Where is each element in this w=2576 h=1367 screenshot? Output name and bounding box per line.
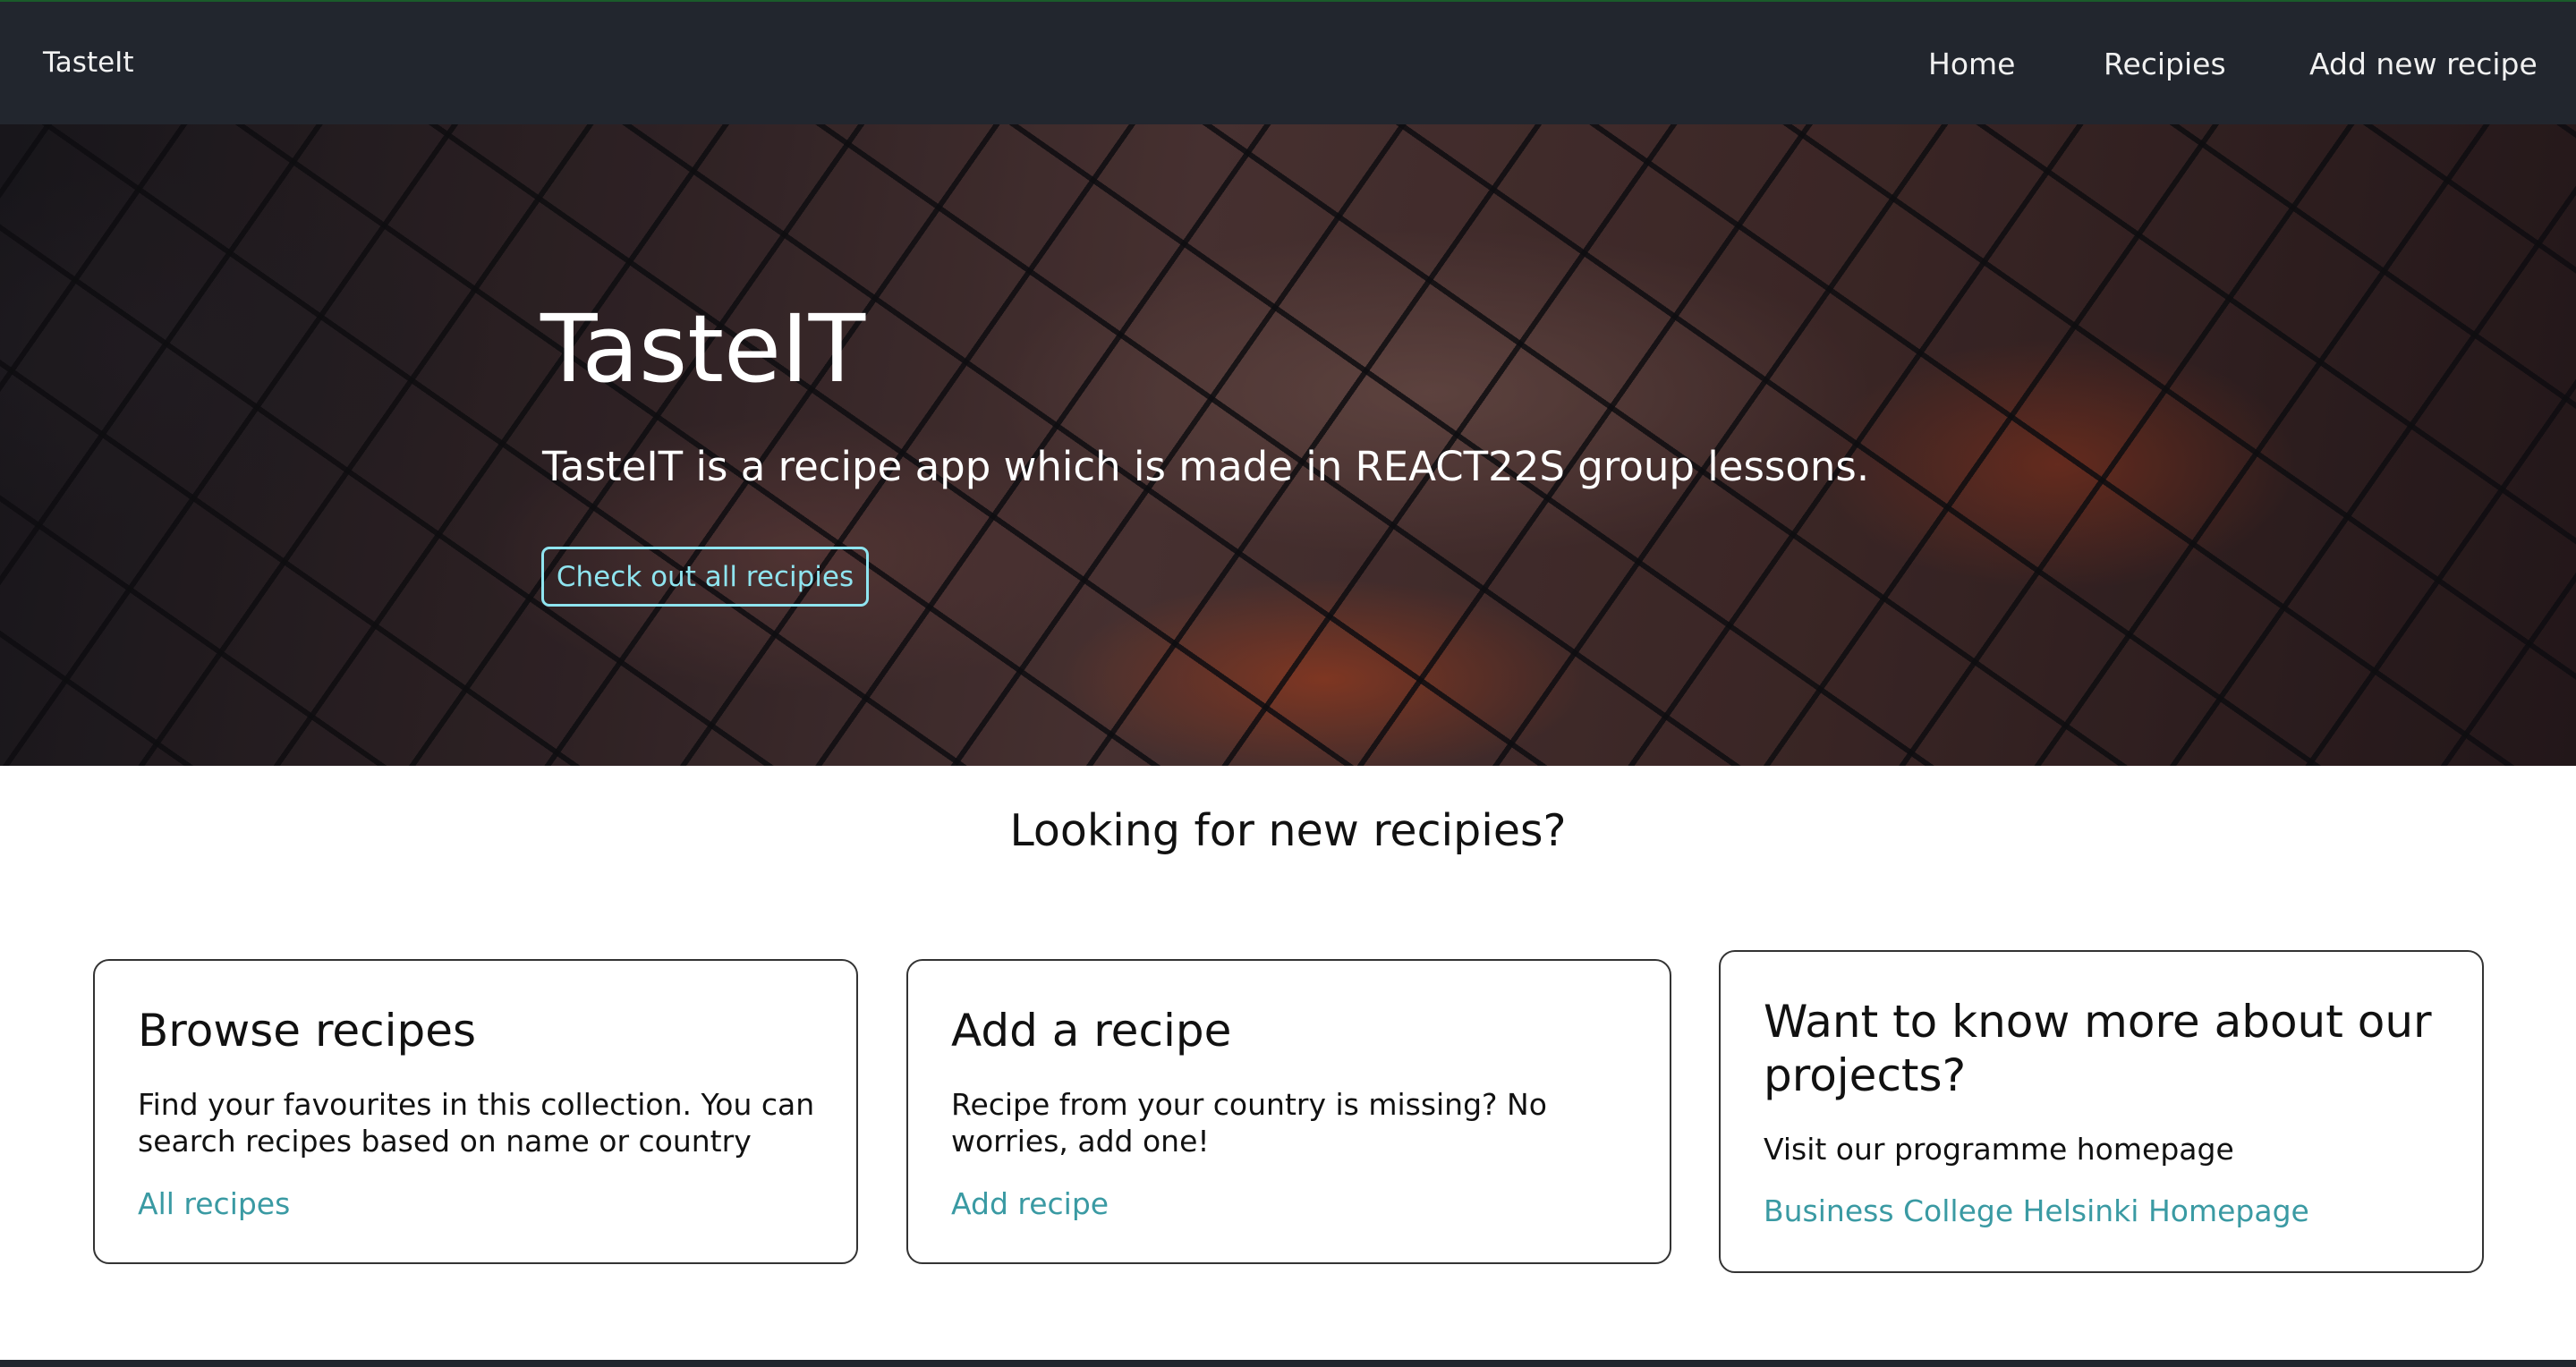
nav-link-add-new-recipe[interactable]: Add new recipe [2309, 47, 2538, 81]
top-navbar: TasteIt Home Recipies Add new recipe [0, 0, 2576, 124]
programme-homepage-link[interactable]: Business College Helsinki Homepage [1764, 1193, 2309, 1228]
browse-recipes-card: Browse recipes Find your favourites in t… [93, 959, 858, 1264]
card-title: Add a recipe [951, 1005, 1232, 1057]
nav-link-recipies[interactable]: Recipies [2104, 47, 2226, 81]
check-out-recipies-button[interactable]: Check out all recipies [541, 547, 869, 607]
add-recipe-link[interactable]: Add recipe [951, 1186, 1109, 1221]
hero-title: TasteIT [540, 294, 866, 403]
footer-edge [0, 1360, 2576, 1367]
card-title: Want to know more about our projects? [1764, 996, 2432, 1101]
hero-lead-text: TasteIT is a recipe app which is made in… [542, 443, 1870, 490]
nav-link-home[interactable]: Home [1928, 47, 2015, 81]
card-title: Browse recipes [138, 1005, 477, 1057]
card-text: Recipe from your country is missing? No … [951, 1087, 1547, 1159]
hero-banner: TasteIT TasteIT is a recipe app which is… [0, 124, 2576, 766]
add-recipe-card: Add a recipe Recipe from your country is… [906, 959, 1671, 1264]
all-recipes-link[interactable]: All recipes [138, 1186, 290, 1221]
brand-link[interactable]: TasteIt [43, 47, 133, 79]
projects-info-card: Want to know more about our projects? Vi… [1719, 950, 2484, 1273]
card-text: Find your favourites in this collection.… [138, 1087, 815, 1159]
section-title: Looking for new recipies? [1009, 805, 1567, 856]
card-text: Visit our programme homepage [1764, 1132, 2234, 1167]
